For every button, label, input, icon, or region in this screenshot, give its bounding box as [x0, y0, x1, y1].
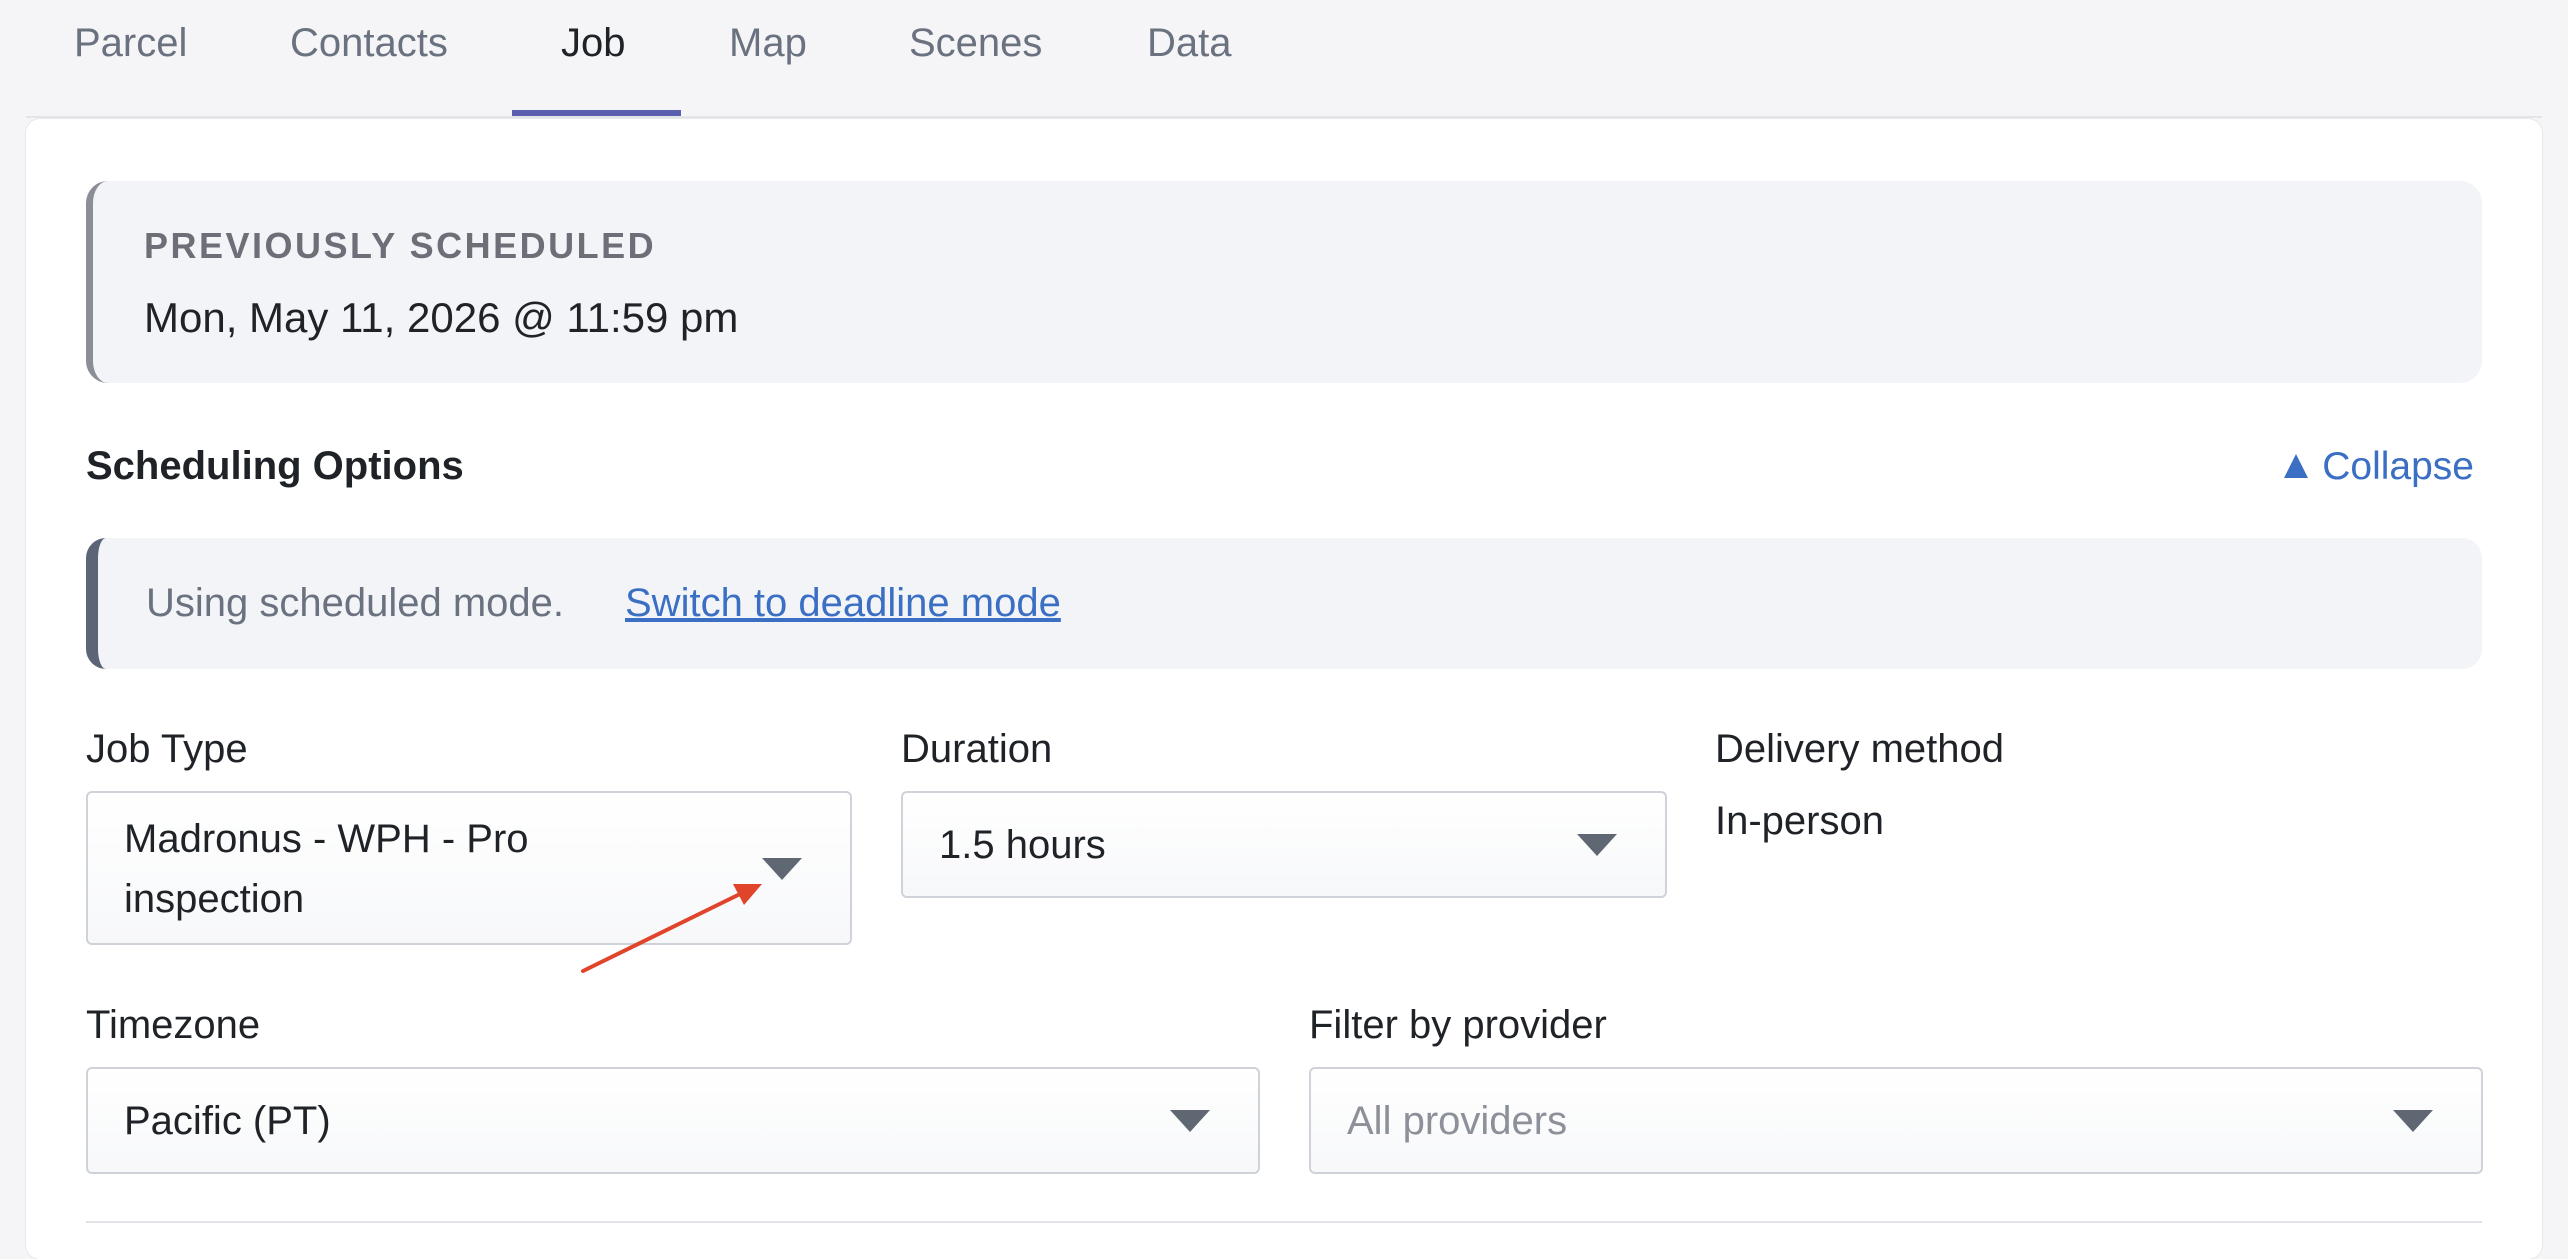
- chevron-down-icon: [1170, 1110, 1210, 1132]
- tab-bar: Parcel Contacts Job Map Scenes Data: [0, 0, 2568, 118]
- filter-by-provider-label: Filter by provider: [1309, 1003, 1607, 1047]
- job-type-select[interactable]: Madronus - WPH - Pro inspection: [86, 791, 852, 945]
- previously-scheduled-panel: PREVIOUSLY SCHEDULED Mon, May 11, 2026 @…: [86, 181, 2482, 383]
- tab-scenes[interactable]: Scenes: [909, 0, 1042, 118]
- triangle-up-icon: [2284, 454, 2309, 478]
- tab-map[interactable]: Map: [729, 0, 807, 118]
- previously-scheduled-value: Mon, May 11, 2026 @ 11:59 pm: [144, 294, 739, 341]
- duration-select[interactable]: 1.5 hours: [901, 791, 1667, 898]
- previously-scheduled-heading: PREVIOUSLY SCHEDULED: [144, 225, 657, 266]
- collapse-button[interactable]: Collapse: [2284, 445, 2474, 489]
- duration-value: 1.5 hours: [939, 823, 1106, 867]
- delivery-method-label: Delivery method: [1715, 727, 2005, 771]
- job-type-label: Job Type: [86, 727, 248, 771]
- job-type-value-line2: inspection: [124, 877, 305, 921]
- tab-job[interactable]: Job: [561, 0, 626, 118]
- switch-to-deadline-mode-link[interactable]: Switch to deadline mode: [625, 581, 1061, 626]
- tab-data[interactable]: Data: [1147, 0, 1232, 118]
- provider-select[interactable]: All providers: [1309, 1067, 2483, 1174]
- chevron-down-icon: [2393, 1110, 2433, 1132]
- delivery-method-value: In-person: [1715, 799, 1884, 843]
- mode-banner: Using scheduled mode. Switch to deadline…: [86, 538, 2482, 669]
- mode-status-text: Using scheduled mode.: [146, 581, 565, 625]
- scheduling-options-title: Scheduling Options: [86, 444, 464, 488]
- section-divider: [86, 1221, 2482, 1223]
- job-card: PREVIOUSLY SCHEDULED Mon, May 11, 2026 @…: [26, 119, 2542, 1259]
- chevron-down-icon: [762, 858, 802, 880]
- job-type-value-line1: Madronus - WPH - Pro: [124, 817, 529, 861]
- tab-contacts[interactable]: Contacts: [290, 0, 448, 118]
- chevron-down-icon: [1577, 834, 1617, 856]
- tab-parcel[interactable]: Parcel: [74, 0, 187, 118]
- provider-placeholder: All providers: [1347, 1099, 1568, 1143]
- tabs-divider: [26, 116, 2542, 118]
- collapse-label: Collapse: [2322, 445, 2474, 488]
- timezone-select[interactable]: Pacific (PT): [86, 1067, 1260, 1174]
- duration-label: Duration: [901, 727, 1053, 771]
- timezone-label: Timezone: [86, 1003, 261, 1047]
- timezone-value: Pacific (PT): [124, 1099, 331, 1143]
